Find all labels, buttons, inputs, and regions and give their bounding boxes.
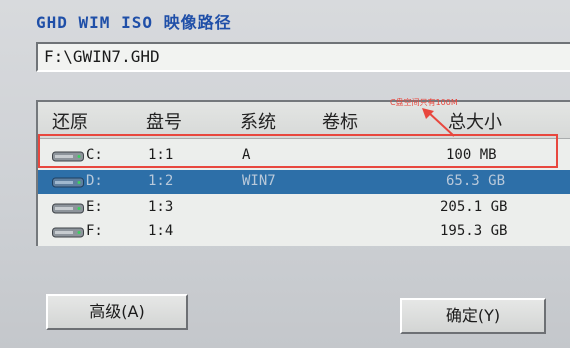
annotation-note: C盘空间只有100M xyxy=(390,98,458,107)
column-system[interactable]: 系统 xyxy=(240,108,276,134)
ok-button[interactable]: 确定(Y) xyxy=(400,298,546,334)
image-path-title: GHD WIM ISO 映像路径 xyxy=(36,13,232,32)
table-row[interactable]: C: 1:1 A 100 MB xyxy=(38,144,570,168)
table-row[interactable]: D: 1:2 WIN7 65.3 GB xyxy=(38,170,570,194)
table-header: 还原 盘号 系统 卷标 总大小 xyxy=(38,102,570,139)
column-total-size[interactable]: 总大小 xyxy=(448,108,502,134)
advanced-button[interactable]: 高级(A) xyxy=(46,294,188,330)
total-size: 205.1 GB xyxy=(440,199,508,215)
total-size: 195.3 GB xyxy=(440,223,508,239)
system-name: A xyxy=(242,147,251,163)
table-row[interactable]: F: 1:4 195.3 GB xyxy=(38,220,570,244)
disk-number: 1:3 xyxy=(148,199,174,215)
image-path-input[interactable]: F:\GWIN7.GHD xyxy=(36,42,570,72)
column-volume-label[interactable]: 卷标 xyxy=(322,108,358,134)
hard-disk-icon xyxy=(52,227,84,238)
hard-disk-icon xyxy=(52,203,84,214)
disk-number: 1:1 xyxy=(148,147,174,163)
disk-number: 1:4 xyxy=(148,223,174,239)
drive-letter: E: xyxy=(86,199,103,215)
total-size: 65.3 GB xyxy=(446,173,506,189)
drive-letter: C: xyxy=(86,147,103,163)
hard-disk-icon xyxy=(52,151,84,162)
ghost-restore-window: GHD WIM ISO 映像路径 F:\GWIN7.GHD 还原 盘号 系统 卷… xyxy=(0,0,570,348)
system-name: WIN7 xyxy=(242,173,276,189)
total-size: 100 MB xyxy=(446,147,497,163)
hard-disk-icon xyxy=(52,177,84,188)
drive-letter: F: xyxy=(86,223,103,239)
column-disk-number[interactable]: 盘号 xyxy=(146,108,182,134)
column-restore[interactable]: 还原 xyxy=(52,108,88,134)
partition-table: 还原 盘号 系统 卷标 总大小 C: 1:1 A 100 MB D: 1:2 W… xyxy=(36,100,570,246)
table-row[interactable]: E: 1:3 205.1 GB xyxy=(38,196,570,220)
drive-letter: D: xyxy=(86,173,103,189)
disk-number: 1:2 xyxy=(148,173,174,189)
